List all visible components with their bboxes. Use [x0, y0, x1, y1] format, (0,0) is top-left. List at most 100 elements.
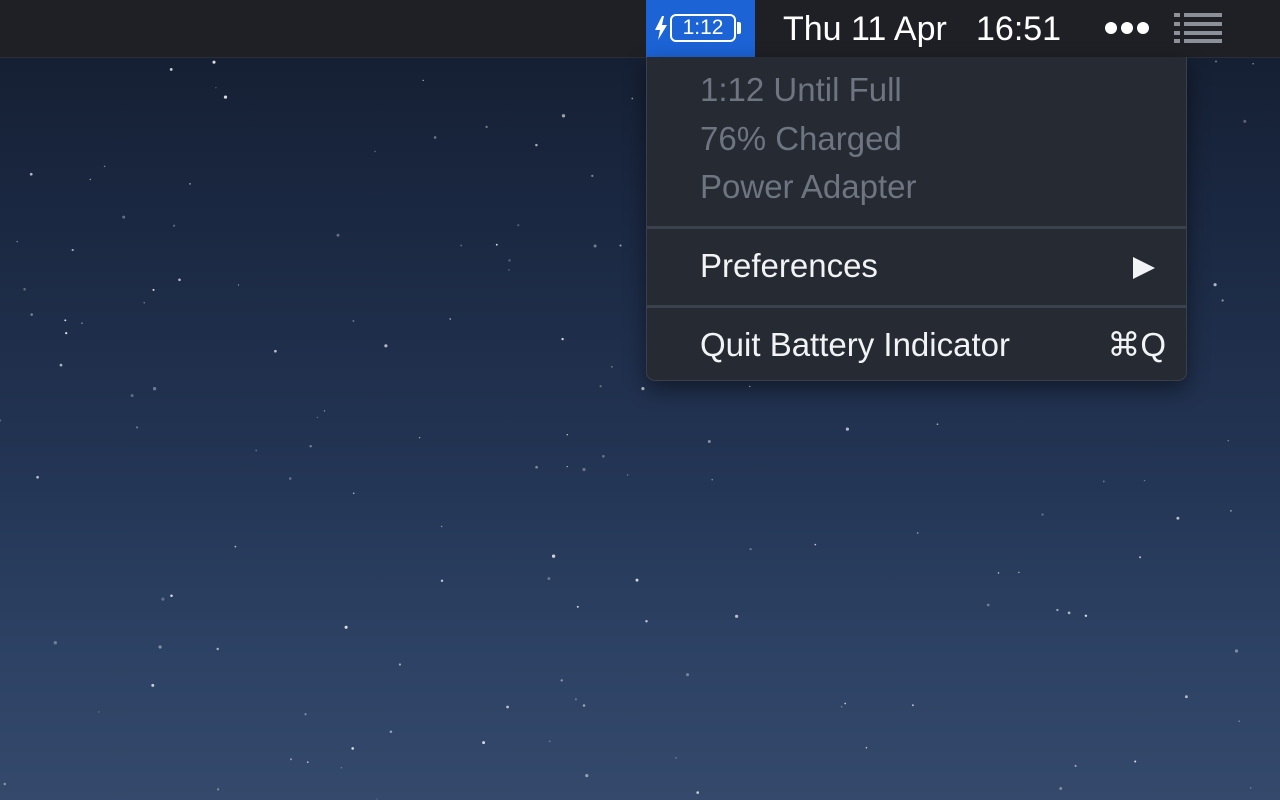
star [591, 174, 594, 178]
more-dots-icon[interactable] [1104, 18, 1150, 38]
submenu-arrow-icon [1133, 257, 1155, 279]
star [675, 757, 677, 759]
star [340, 767, 343, 769]
star [485, 125, 488, 129]
star [217, 788, 220, 791]
star [255, 449, 258, 452]
menu-separator [647, 226, 1186, 229]
star [1074, 764, 1077, 767]
star [323, 410, 326, 412]
star [449, 318, 451, 320]
star [23, 287, 26, 291]
star [152, 387, 157, 391]
star [814, 543, 817, 546]
star [3, 782, 7, 786]
star [1252, 63, 1254, 65]
star [566, 434, 568, 436]
star [351, 747, 355, 750]
star [1184, 695, 1188, 699]
star [997, 572, 1000, 574]
menubar-date[interactable]: Thu 11 Apr [783, 9, 947, 49]
star [582, 467, 586, 472]
star [98, 711, 100, 713]
charge-percent-text: 76% Charged [700, 120, 902, 157]
star [566, 465, 568, 468]
star [158, 645, 162, 649]
star [274, 349, 277, 353]
star [1018, 571, 1020, 574]
list-icon[interactable] [1174, 13, 1222, 43]
star [103, 165, 106, 168]
star [215, 87, 217, 89]
star [306, 761, 309, 763]
star [696, 791, 699, 794]
star [517, 224, 520, 227]
star [216, 647, 219, 651]
star [89, 178, 92, 181]
star [398, 663, 402, 666]
star [1067, 611, 1071, 615]
star [547, 577, 551, 581]
star [560, 679, 563, 682]
star [309, 444, 312, 448]
star [59, 363, 63, 367]
star [151, 683, 155, 687]
star [189, 183, 191, 185]
star [986, 603, 990, 607]
star [735, 614, 739, 618]
star [1243, 119, 1247, 123]
star [576, 605, 579, 608]
star [1176, 516, 1180, 520]
star [482, 741, 486, 745]
star [865, 746, 868, 749]
star [304, 713, 307, 716]
star [602, 454, 605, 458]
star [619, 244, 622, 247]
star [178, 278, 181, 282]
star [288, 477, 292, 480]
star [290, 758, 292, 761]
star [1056, 608, 1059, 612]
star [169, 67, 173, 71]
quit-shortcut: ⌘Q [1107, 326, 1166, 363]
quit-label: Quit Battery Indicator [700, 326, 1010, 363]
star [599, 385, 602, 388]
star [29, 172, 33, 176]
star [422, 79, 424, 82]
star [1102, 480, 1105, 483]
star [344, 625, 348, 629]
power-source-text: Power Adapter [700, 168, 917, 205]
preferences-menu-item[interactable]: Preferences [647, 246, 1186, 290]
star [711, 478, 713, 481]
star [374, 150, 376, 153]
star [506, 705, 509, 709]
star [460, 244, 463, 247]
star [645, 620, 648, 623]
star [641, 387, 645, 391]
battery-nub [737, 22, 741, 34]
star [352, 320, 355, 322]
star [433, 136, 437, 139]
star [223, 95, 228, 99]
star [844, 702, 847, 705]
star [593, 244, 597, 248]
star [53, 641, 57, 645]
star [1249, 787, 1252, 789]
star [508, 269, 510, 271]
star [916, 532, 919, 534]
star [16, 240, 18, 243]
star [749, 385, 751, 388]
quit-menu-item[interactable]: Quit Battery Indicator ⌘Q [647, 325, 1186, 369]
battery-time-remaining: 1:12 [682, 16, 724, 39]
time-until-full-text: 1:12 Until Full [700, 71, 902, 108]
star [122, 215, 126, 219]
star [161, 597, 165, 601]
star [574, 698, 577, 701]
star [535, 465, 538, 469]
star [911, 704, 914, 707]
star [336, 233, 340, 237]
star [1234, 649, 1239, 653]
star [384, 344, 388, 348]
menubar-time[interactable]: 16:51 [976, 9, 1061, 49]
menu-separator [647, 305, 1186, 308]
